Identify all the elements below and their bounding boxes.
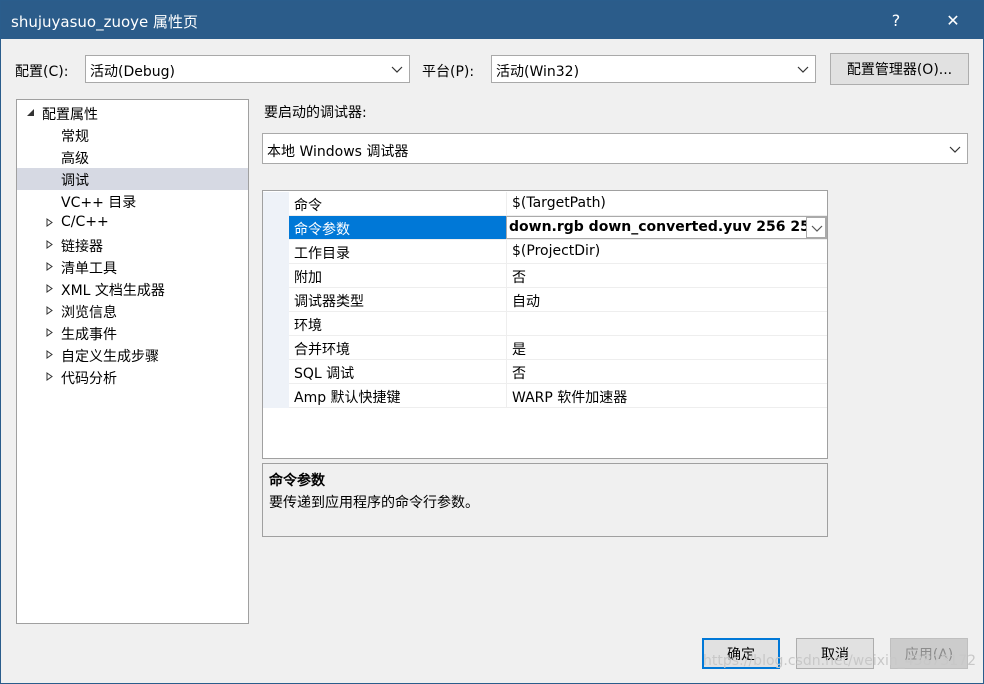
- collapsed-arrow-icon[interactable]: [45, 262, 54, 271]
- row-gutter: [263, 312, 289, 336]
- chevron-down-icon: [811, 225, 823, 232]
- grid-row-merge-environment[interactable]: 合并环境 是: [263, 336, 827, 360]
- tree-item-label: C/C++: [61, 214, 109, 230]
- tree-item-debugging[interactable]: 调试: [17, 168, 248, 190]
- tree-item-build-events[interactable]: 生成事件: [17, 322, 248, 344]
- tree-item-label: 浏览信息: [61, 305, 117, 321]
- title-bar[interactable]: shujuyasuo_zuoye 属性页 ? ✕: [1, 1, 983, 39]
- row-gutter: [263, 288, 289, 312]
- tree-item-label: 调试: [61, 173, 89, 189]
- collapsed-arrow-icon[interactable]: [45, 372, 54, 381]
- tree-item-label: 链接器: [61, 239, 103, 255]
- collapsed-arrow-icon[interactable]: [45, 240, 54, 249]
- description-panel: 命令参数 要传递到应用程序的命令行参数。: [262, 463, 828, 537]
- watermark-text: https://blog.csdn.net/weixin_43873172: [703, 653, 977, 669]
- grid-row-debugger-type[interactable]: 调试器类型 自动: [263, 288, 827, 312]
- tree-item-label: 生成事件: [61, 327, 117, 343]
- command-arguments-input[interactable]: down.rgb down_converted.yuv 256 256: [506, 216, 827, 239]
- property-name: 命令参数: [289, 216, 506, 239]
- tree-item-label: XML 文档生成器: [61, 283, 165, 299]
- grid-row-environment[interactable]: 环境: [263, 312, 827, 336]
- configuration-value: 活动(Debug): [90, 64, 175, 80]
- property-value[interactable]: 是: [506, 336, 827, 359]
- grid-row-working-directory[interactable]: 工作目录 $(ProjectDir): [263, 240, 827, 264]
- row-gutter: [263, 264, 289, 288]
- grid-row-attach[interactable]: 附加 否: [263, 264, 827, 288]
- chevron-down-icon: [949, 146, 961, 153]
- properties-dialog: shujuyasuo_zuoye 属性页 ? ✕ 配置(C): 活动(Debug…: [0, 0, 984, 684]
- debugger-to-launch-label: 要启动的调试器:: [264, 105, 367, 121]
- row-gutter: [263, 240, 289, 264]
- tree-item-advanced[interactable]: 高级: [17, 146, 248, 168]
- property-name: 环境: [294, 318, 322, 334]
- debugger-value: 本地 Windows 调试器: [267, 144, 409, 160]
- tree-item-label: 高级: [61, 151, 89, 167]
- platform-combo[interactable]: 活动(Win32): [491, 55, 816, 83]
- property-value[interactable]: 否: [506, 264, 827, 287]
- description-text: 要传递到应用程序的命令行参数。: [269, 495, 479, 511]
- tree-item-manifest-tool[interactable]: 清单工具: [17, 256, 248, 278]
- property-value[interactable]: [506, 312, 827, 335]
- collapsed-arrow-icon[interactable]: [45, 306, 54, 315]
- grid-row-command[interactable]: 命令 $(TargetPath): [263, 192, 827, 216]
- configuration-manager-button[interactable]: 配置管理器(O)...: [830, 53, 969, 85]
- row-gutter: [263, 336, 289, 360]
- tree-item-xml-doc-generator[interactable]: XML 文档生成器: [17, 278, 248, 300]
- property-name: 附加: [294, 270, 322, 286]
- chevron-down-icon: [391, 66, 403, 73]
- property-name: 合并环境: [294, 342, 350, 358]
- close-icon: ✕: [946, 10, 960, 30]
- debugger-combo[interactable]: 本地 Windows 调试器: [262, 133, 968, 164]
- tree-item-browse-info[interactable]: 浏览信息: [17, 300, 248, 322]
- collapsed-arrow-icon[interactable]: [45, 218, 54, 227]
- row-gutter: [263, 384, 289, 408]
- tree-item-c-cpp[interactable]: C/C++: [17, 212, 248, 234]
- configuration-label: 配置(C):: [15, 64, 69, 80]
- grid-row-sql-debugging[interactable]: SQL 调试 否: [263, 360, 827, 384]
- tree-item-custom-build-step[interactable]: 自定义生成步骤: [17, 344, 248, 366]
- window-title: shujuyasuo_zuoye 属性页: [11, 13, 199, 31]
- grid-row-amp-default-accelerator[interactable]: Amp 默认快捷键 WARP 软件加速器: [263, 384, 827, 408]
- property-tree: 配置属性 常规 高级 调试 VC++ 目录 C/C++ 链接器 清单工具 XML…: [16, 99, 249, 624]
- chevron-down-icon: [797, 66, 809, 73]
- tree-item-config-properties[interactable]: 配置属性: [17, 102, 248, 124]
- help-button[interactable]: ?: [873, 1, 919, 39]
- close-button[interactable]: ✕: [930, 1, 976, 39]
- description-title: 命令参数: [269, 473, 325, 489]
- collapsed-arrow-icon[interactable]: [45, 328, 54, 337]
- property-value[interactable]: 自动: [506, 288, 827, 311]
- platform-value: 活动(Win32): [496, 64, 580, 80]
- row-gutter: [263, 216, 289, 240]
- property-value[interactable]: WARP 软件加速器: [506, 384, 827, 407]
- platform-label: 平台(P):: [422, 64, 475, 80]
- property-name: 命令: [294, 198, 322, 214]
- row-gutter: [263, 192, 289, 216]
- tree-item-label: 自定义生成步骤: [61, 349, 159, 365]
- property-name: Amp 默认快捷键: [294, 390, 401, 406]
- tree-item-general[interactable]: 常规: [17, 124, 248, 146]
- row-gutter: [263, 360, 289, 384]
- property-grid: 命令 $(TargetPath) 命令参数 down.rgb down_conv…: [262, 190, 828, 459]
- tree-item-linker[interactable]: 链接器: [17, 234, 248, 256]
- tree-item-vc-directories[interactable]: VC++ 目录: [17, 190, 248, 212]
- collapsed-arrow-icon[interactable]: [45, 350, 54, 359]
- property-name: 调试器类型: [294, 294, 364, 310]
- property-name: 工作目录: [294, 246, 350, 262]
- tree-item-label: 清单工具: [61, 261, 117, 277]
- property-name: SQL 调试: [294, 366, 355, 382]
- tree-item-label: VC++ 目录: [61, 195, 137, 211]
- tree-item-label: 代码分析: [61, 371, 117, 387]
- property-value[interactable]: $(TargetPath): [506, 192, 827, 215]
- collapsed-arrow-icon[interactable]: [45, 284, 54, 293]
- property-value[interactable]: 否: [506, 360, 827, 383]
- help-icon: ?: [891, 10, 901, 30]
- tree-item-label: 配置属性: [42, 107, 98, 123]
- tree-item-label: 常规: [61, 129, 89, 145]
- expanded-arrow-icon[interactable]: [26, 108, 35, 117]
- grid-row-command-arguments[interactable]: 命令参数 down.rgb down_converted.yuv 256 256: [263, 216, 827, 240]
- value-dropdown-button[interactable]: [806, 217, 826, 238]
- property-value[interactable]: $(ProjectDir): [506, 240, 827, 263]
- tree-item-code-analysis[interactable]: 代码分析: [17, 366, 248, 388]
- configuration-combo[interactable]: 活动(Debug): [85, 55, 410, 83]
